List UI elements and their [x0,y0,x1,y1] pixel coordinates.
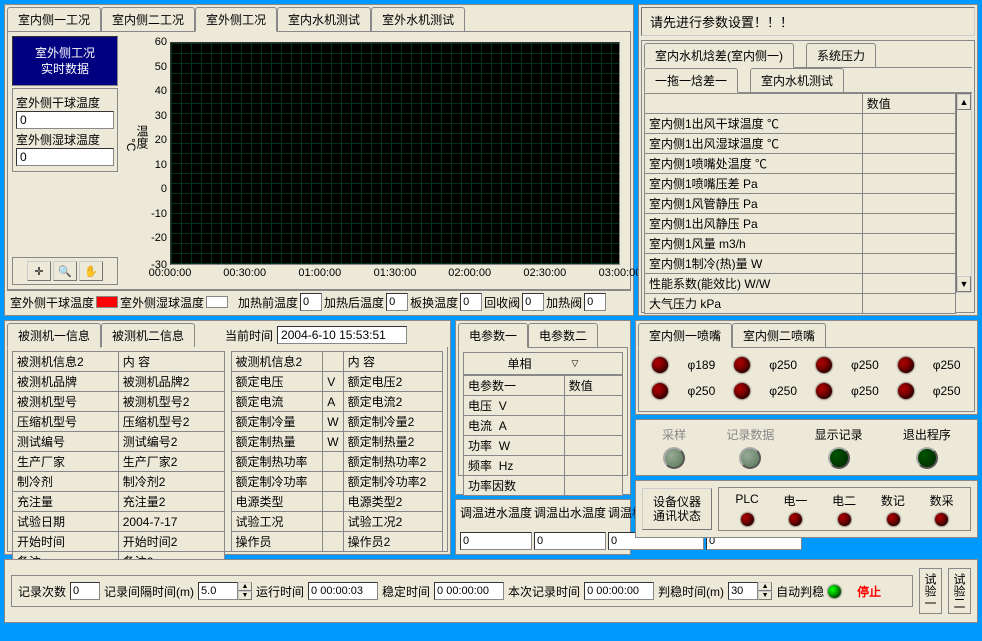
postheat-temp-input[interactable] [386,293,408,311]
tab-nozzle1[interactable]: 室内侧一喷嘴 [638,323,732,348]
nozzle-led[interactable] [816,357,832,373]
wet-temp-label: 室外侧湿球温度 [16,131,114,148]
machine-info-table2: 被测机信息2内 容 额定电压V额定电压2 额定电流A额定电流2 额定制冷量W额定… [231,351,444,552]
legend-wet: 室外侧湿球温度 [120,294,204,311]
show-record-button[interactable] [828,447,850,469]
tab-machine1[interactable]: 被测机一信息 [7,323,101,348]
wet-swatch [206,296,228,308]
tab-outdoor-water[interactable]: 室外水机测试 [371,7,465,31]
nozzle-led[interactable] [898,357,914,373]
device-comm-button[interactable]: 设备仪器通讯状态 [642,488,712,530]
tab-enthalpy[interactable]: 室内水机焓差(室内侧一) [644,43,794,68]
stable-value [434,582,504,600]
test1-tab[interactable]: 试验一 [919,568,942,614]
machine-info-table1: 被测机信息2内 容 被测机品牌被测机品牌2 被测机型号被测机型号2 压缩机型号压… [12,351,225,572]
exit-button[interactable] [916,447,938,469]
dry-temp-label: 室外侧干球温度 [16,94,114,111]
tab-indoor-water[interactable]: 室内水机测试 [277,7,371,31]
realtime-data-box: 室外侧工况 实时数据 [12,36,118,86]
preheat-temp-input[interactable] [300,293,322,311]
judge-spinner[interactable]: ▲▼ [728,582,772,600]
recover-valve-input[interactable] [522,293,544,311]
nozzle-led[interactable] [652,383,668,399]
tab-machine2[interactable]: 被测机二信息 [101,323,195,347]
tab-indoor2[interactable]: 室内侧二工况 [101,7,195,31]
current-time-value [277,326,407,344]
scrollbar[interactable]: ▲ ▼ [956,93,972,293]
hand-icon[interactable]: ✋ [79,261,103,281]
record-button[interactable] [739,447,761,469]
stop-button[interactable]: 停止 [857,583,881,600]
plate-temp-input[interactable] [460,293,482,311]
interval-spinner[interactable]: ▲▼ [198,582,252,600]
acq-led [935,513,948,526]
zoom-icon[interactable]: ✛ [27,261,51,281]
current-time-label: 当前时间 [225,327,273,344]
record-count[interactable] [70,582,100,600]
y-axis-label: 温度 [132,123,153,151]
sample-button[interactable] [663,447,685,469]
scroll-up-icon[interactable]: ▲ [957,94,971,110]
nozzle-led[interactable] [734,383,750,399]
temp-in[interactable] [460,532,532,550]
elec1-led [789,513,802,526]
nozzle-led[interactable] [816,383,832,399]
elec-header: 单相 [508,355,532,372]
heat-valve-input[interactable] [584,293,606,311]
plc-led [741,513,754,526]
nozzle-led[interactable] [898,383,914,399]
wet-temp-input[interactable] [16,148,114,166]
tab-elec1[interactable]: 电参数一 [458,323,528,348]
tab-enthalpy1[interactable]: 一拖一焓差一 [644,68,738,93]
nozzle-led[interactable] [734,357,750,373]
tab-indoor1[interactable]: 室内侧一工况 [7,7,101,31]
rec-led [887,513,900,526]
tab-watertest[interactable]: 室内水机测试 [750,68,844,92]
elec-table: 电参数一数值 电压 V 电流 A 功率 W 频率 Hz 功率因数 [463,375,623,496]
tab-nozzle2[interactable]: 室内侧二喷嘴 [732,323,826,347]
runtime-value [308,582,378,600]
tab-outdoor[interactable]: 室外侧工况 [195,7,277,32]
dry-temp-input[interactable] [16,111,114,129]
legend-dry: 室外侧干球温度 [10,294,94,311]
dry-swatch [96,296,118,308]
enthalpy-table: 数值 室内侧1出风干球温度 ℃ 室内侧1出风湿球温度 ℃ 室内侧1喷嘴处温度 ℃… [644,93,956,314]
nozzle-led[interactable] [652,357,668,373]
temp-out[interactable] [534,532,606,550]
tab-syspressure[interactable]: 系统压力 [806,43,876,67]
tab-elec2[interactable]: 电参数二 [528,323,598,347]
search-icon[interactable]: 🔍 [53,261,77,281]
thisrec-value [584,582,654,600]
test2-tab[interactable]: 试验二 [948,568,971,614]
dropdown-icon[interactable]: ▽ [572,358,579,369]
top-tab-row: 室内侧一工况 室内侧二工况 室外侧工况 室内水机测试 室外水机测试 [7,7,631,32]
chart-plot-area[interactable] [170,42,620,265]
elec2-led [838,513,851,526]
auto-judge-led[interactable] [828,585,841,598]
status-message: 请先进行参数设置！！！ [641,7,975,36]
scroll-down-icon[interactable]: ▼ [957,276,971,292]
